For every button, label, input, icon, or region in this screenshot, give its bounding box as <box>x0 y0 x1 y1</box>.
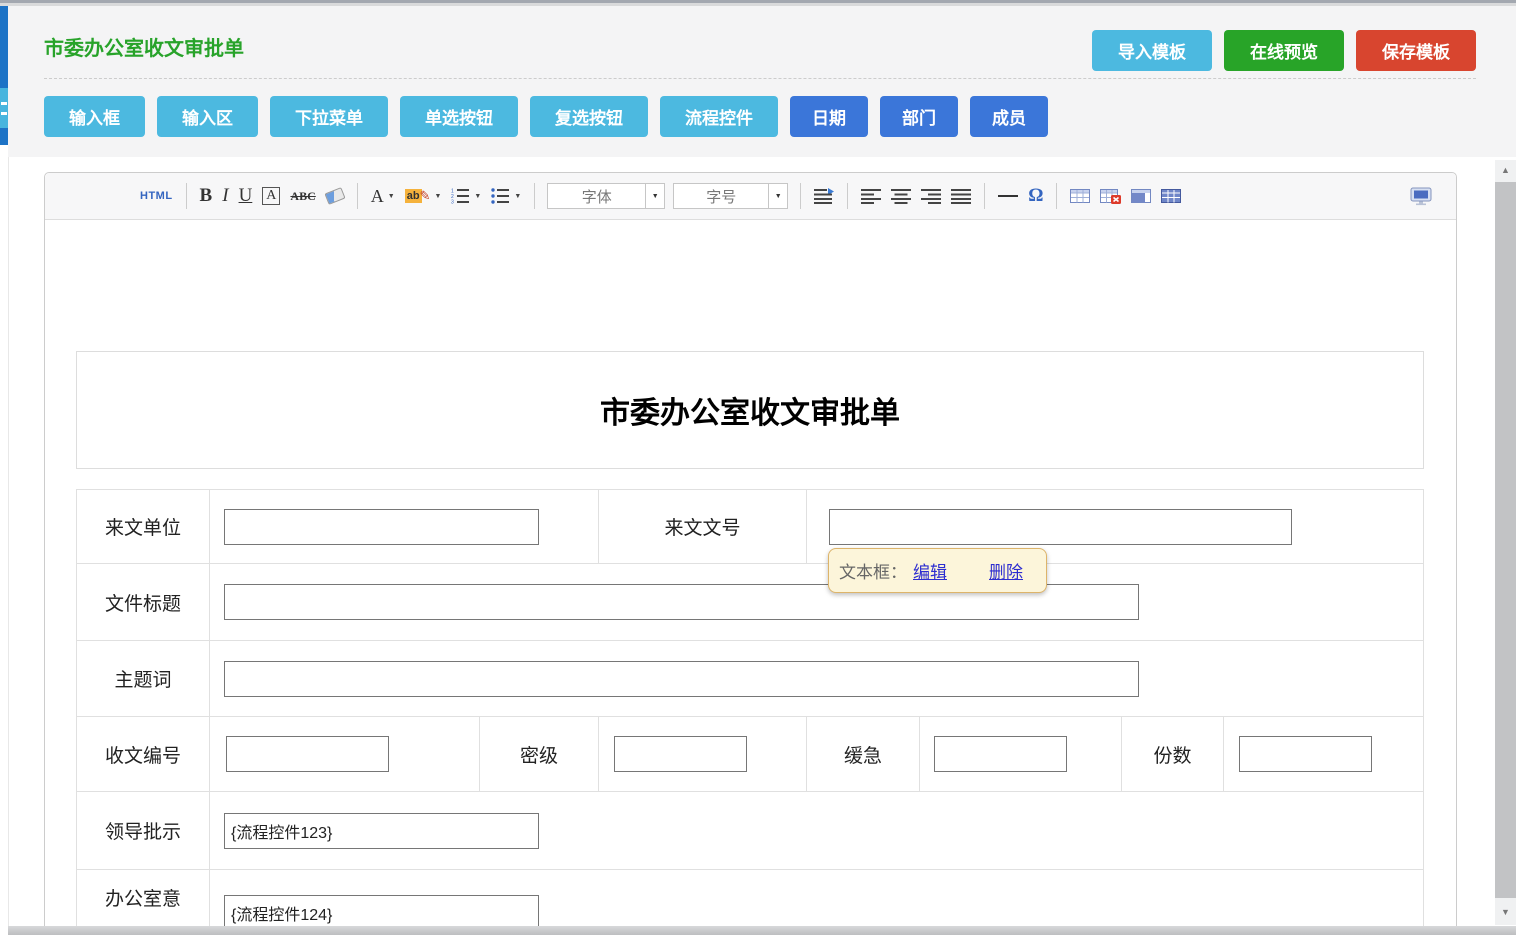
label-urgency: 缓急 <box>807 717 920 791</box>
svg-text:3: 3 <box>451 200 454 205</box>
scroll-down-arrow-icon[interactable]: ▼ <box>1495 902 1516 922</box>
label-copies: 份数 <box>1122 717 1224 791</box>
table-row: 文件标题 <box>77 564 1423 641</box>
field-context-tooltip: 文本框： 编辑 删除 <box>828 548 1047 593</box>
align-center-icon[interactable] <box>891 188 911 204</box>
font-size-select[interactable]: 字号▼ <box>673 183 788 209</box>
toolbar-separator <box>186 183 187 209</box>
toolbar-separator <box>1056 183 1057 209</box>
add-checkbox-button[interactable]: 复选按钮 <box>530 96 648 137</box>
chevron-down-icon[interactable]: ▼ <box>645 184 664 208</box>
add-member-button[interactable]: 成员 <box>970 96 1048 137</box>
rich-text-editor: HTML B I U A ABC A▼ ab✎▼ 123 ▼ ▼ 字体▼ 字号▼ <box>44 172 1457 935</box>
subject-words-input[interactable] <box>224 661 1139 697</box>
add-radio-button[interactable]: 单选按钮 <box>400 96 518 137</box>
table-row: 领导批示 <box>77 792 1423 870</box>
edit-link[interactable]: 编辑 <box>913 558 947 583</box>
table-row: 收文编号 密级 缓急 份数 <box>77 717 1423 792</box>
eraser-icon[interactable] <box>326 190 344 202</box>
indent-icon[interactable] <box>814 188 834 204</box>
receipt-number-input[interactable] <box>226 736 389 772</box>
add-dropdown-button[interactable]: 下拉菜单 <box>270 96 388 137</box>
strikethrough-icon[interactable]: ABC <box>290 189 315 204</box>
import-template-button[interactable]: 导入模板 <box>1092 30 1212 71</box>
page-title: 市委办公室收文审批单 <box>44 32 244 61</box>
align-justify-icon[interactable] <box>951 188 971 204</box>
scrollbar-thumb[interactable] <box>1495 182 1516 898</box>
add-department-button[interactable]: 部门 <box>880 96 958 137</box>
align-right-icon[interactable] <box>921 188 941 204</box>
bold-icon[interactable]: B <box>200 185 213 207</box>
header-actions: 导入模板 在线预览 保存模板 <box>1092 30 1476 71</box>
copies-input[interactable] <box>1239 736 1372 772</box>
align-left-icon[interactable] <box>861 188 881 204</box>
document-title-box[interactable]: 市委办公室收文审批单 <box>76 351 1424 469</box>
insert-table-icon[interactable] <box>1070 188 1090 204</box>
toolbar-separator <box>534 183 535 209</box>
label-security-level: 密级 <box>480 717 599 791</box>
component-palette: 输入框 输入区 下拉菜单 单选按钮 复选按钮 流程控件 日期 部门 成员 <box>44 96 1048 137</box>
label-subject-words: 主题词 <box>77 641 210 716</box>
save-template-button[interactable]: 保存模板 <box>1356 30 1476 71</box>
editor-toolbar: HTML B I U A ABC A▼ ab✎▼ 123 ▼ ▼ 字体▼ 字号▼ <box>45 173 1456 220</box>
label-leader-instructions: 领导批示 <box>77 792 210 869</box>
add-input-box-button[interactable]: 输入框 <box>44 96 145 137</box>
tooltip-field-type-label: 文本框： <box>839 558 907 583</box>
vertical-scrollbar[interactable]: ▲ ▼ <box>1495 160 1516 925</box>
ordered-list-icon[interactable]: 123 ▼ <box>451 188 481 204</box>
document-title: 市委办公室收文审批单 <box>600 388 900 432</box>
delete-link[interactable]: 删除 <box>989 558 1023 583</box>
scroll-up-arrow-icon[interactable]: ▲ <box>1495 160 1516 180</box>
fullscreen-icon[interactable] <box>1410 187 1432 206</box>
underline-icon[interactable]: U <box>239 185 253 207</box>
label-incoming-doc-number: 来文文号 <box>599 490 807 563</box>
toolbar-separator <box>357 183 358 209</box>
header-divider <box>44 78 1476 79</box>
template-header: 市委办公室收文审批单 导入模板 在线预览 保存模板 输入框 输入区 下拉菜单 单… <box>8 6 1516 157</box>
table-properties-icon[interactable] <box>1161 188 1181 204</box>
label-incoming-unit: 来文单位 <box>77 490 210 563</box>
special-char-icon[interactable]: Ω <box>1028 185 1043 207</box>
table-cell-properties-icon[interactable] <box>1131 188 1151 204</box>
incoming-unit-input[interactable] <box>224 509 539 545</box>
chevron-down-icon[interactable]: ▼ <box>768 184 787 208</box>
font-style-box-icon[interactable]: A <box>262 187 280 205</box>
urgency-input[interactable] <box>934 736 1067 772</box>
font-family-select[interactable]: 字体▼ <box>547 183 665 209</box>
editor-canvas[interactable]: 市委办公室收文审批单 来文单位 来文文号 文件标题 主题词 <box>45 220 1456 935</box>
toolbar-separator <box>800 183 801 209</box>
horizontal-rule-icon[interactable] <box>998 195 1018 197</box>
label-document-title: 文件标题 <box>77 564 210 640</box>
unordered-list-icon[interactable]: ▼ <box>491 188 521 204</box>
app-window: 市委办公室收文审批单 导入模板 在线预览 保存模板 输入框 输入区 下拉菜单 单… <box>0 0 1516 935</box>
window-bottom-edge <box>8 926 1516 935</box>
table-row: 主题词 <box>77 641 1423 717</box>
label-receipt-number: 收文编号 <box>77 717 210 791</box>
add-textarea-button[interactable]: 输入区 <box>157 96 258 137</box>
add-flow-control-button[interactable]: 流程控件 <box>660 96 778 137</box>
italic-icon[interactable]: I <box>222 185 228 207</box>
table-row: 来文单位 来文文号 <box>77 490 1423 564</box>
add-date-button[interactable]: 日期 <box>790 96 868 137</box>
toolbar-separator <box>984 183 985 209</box>
security-level-input[interactable] <box>614 736 747 772</box>
leader-instructions-flow-control[interactable] <box>224 813 539 849</box>
online-preview-button[interactable]: 在线预览 <box>1224 30 1344 71</box>
toolbar-separator <box>847 183 848 209</box>
html-source-icon[interactable]: HTML <box>140 190 173 202</box>
highlight-icon[interactable]: ab✎▼ <box>405 188 442 204</box>
incoming-doc-number-input[interactable] <box>829 509 1292 545</box>
delete-table-icon[interactable] <box>1100 188 1121 205</box>
font-color-icon[interactable]: A▼ <box>371 186 395 207</box>
background-sidebar-edge <box>0 6 8 145</box>
form-table: 来文单位 来文文号 文件标题 主题词 收文编号 <box>76 489 1424 935</box>
